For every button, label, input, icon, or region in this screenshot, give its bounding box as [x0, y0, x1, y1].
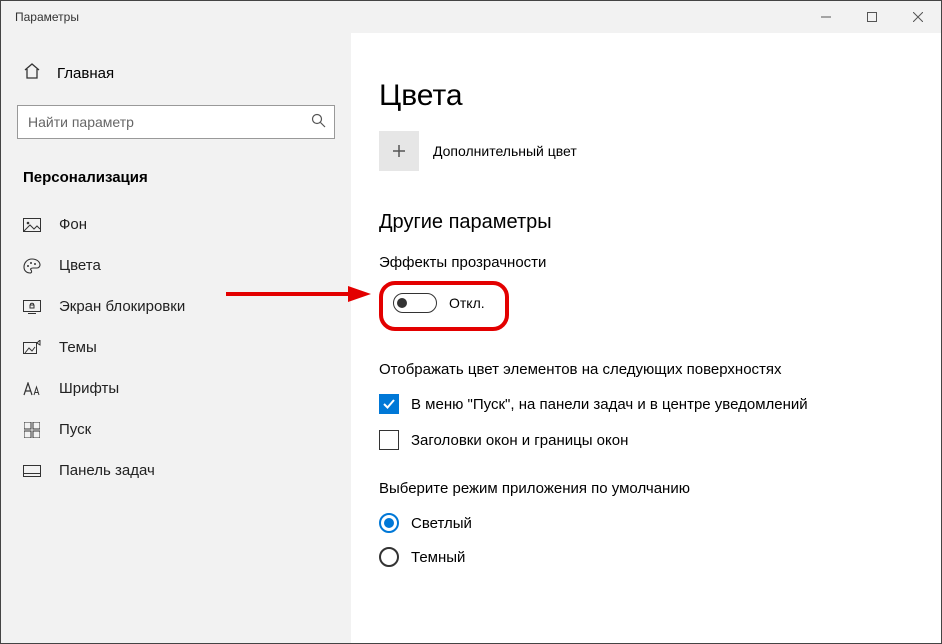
- sidebar-item-label: Шрифты: [59, 380, 119, 397]
- sidebar-item-label: Панель задач: [59, 462, 155, 479]
- minimize-button[interactable]: [803, 1, 849, 33]
- sidebar-item-label: Цвета: [59, 257, 101, 274]
- add-color-row: Дополнительный цвет: [379, 131, 941, 171]
- start-icon: [23, 422, 41, 438]
- maximize-icon: [867, 12, 877, 22]
- sidebar-item-lockscreen[interactable]: Экран блокировки: [17, 286, 335, 327]
- plus-icon: [391, 143, 407, 159]
- sidebar-item-taskbar[interactable]: Панель задач: [17, 450, 335, 491]
- home-icon: [23, 63, 41, 83]
- main-content: Цвета Дополнительный цвет Другие парамет…: [351, 33, 941, 643]
- add-color-label: Дополнительный цвет: [433, 143, 577, 159]
- picture-icon: [23, 218, 41, 232]
- sidebar-item-colors[interactable]: Цвета: [17, 245, 335, 286]
- lockscreen-icon: [23, 300, 41, 314]
- radio-dark-label: Темный: [411, 549, 465, 566]
- sidebar-item-label: Темы: [59, 339, 97, 356]
- search-icon: [311, 113, 326, 131]
- checkbox-titlebars-label: Заголовки окон и границы окон: [411, 432, 628, 449]
- maximize-button[interactable]: [849, 1, 895, 33]
- sidebar-item-background[interactable]: Фон: [17, 204, 335, 245]
- transparency-label: Эффекты прозрачности: [379, 254, 941, 271]
- search-input[interactable]: [17, 105, 335, 139]
- add-color-button[interactable]: [379, 131, 419, 171]
- minimize-icon: [821, 12, 831, 22]
- highlight-annotation: Откл.: [379, 281, 509, 331]
- surfaces-label: Отображать цвет элементов на следующих п…: [379, 361, 941, 378]
- transparency-toggle[interactable]: [393, 293, 437, 313]
- sidebar-item-label: Экран блокировки: [59, 298, 185, 315]
- appmode-label: Выберите режим приложения по умолчанию: [379, 480, 941, 497]
- taskbar-icon: [23, 465, 41, 477]
- radio-light[interactable]: [379, 513, 399, 533]
- radio-light-label: Светлый: [411, 515, 472, 532]
- toggle-knob: [397, 298, 407, 308]
- sidebar-item-label: Фон: [59, 216, 87, 233]
- close-icon: [913, 12, 923, 22]
- themes-icon: [23, 340, 41, 356]
- checkbox-start-taskbar[interactable]: [379, 394, 399, 414]
- page-title: Цвета: [379, 79, 941, 113]
- search-wrap: [17, 105, 335, 139]
- sidebar-home-label: Главная: [57, 65, 114, 82]
- close-button[interactable]: [895, 1, 941, 33]
- sidebar-section-label: Персонализация: [17, 163, 335, 204]
- fonts-icon: [23, 382, 41, 396]
- palette-icon: [23, 258, 41, 274]
- sidebar: Главная Персонализация Фон Цвета Экран б…: [1, 33, 351, 643]
- sidebar-home[interactable]: Главная: [17, 53, 335, 93]
- titlebar: Параметры: [1, 1, 941, 33]
- checkbox-titlebars[interactable]: [379, 430, 399, 450]
- window-controls: [803, 1, 941, 33]
- sidebar-item-fonts[interactable]: Шрифты: [17, 368, 335, 409]
- window-title: Параметры: [15, 10, 79, 24]
- sidebar-item-label: Пуск: [59, 421, 91, 438]
- other-params-heading: Другие параметры: [379, 211, 941, 234]
- sidebar-item-start[interactable]: Пуск: [17, 409, 335, 450]
- radio-dark[interactable]: [379, 547, 399, 567]
- checkbox-start-label: В меню "Пуск", на панели задач и в центр…: [411, 396, 808, 413]
- toggle-state-label: Откл.: [449, 295, 485, 311]
- sidebar-item-themes[interactable]: Темы: [17, 327, 335, 368]
- checkmark-icon: [382, 397, 396, 411]
